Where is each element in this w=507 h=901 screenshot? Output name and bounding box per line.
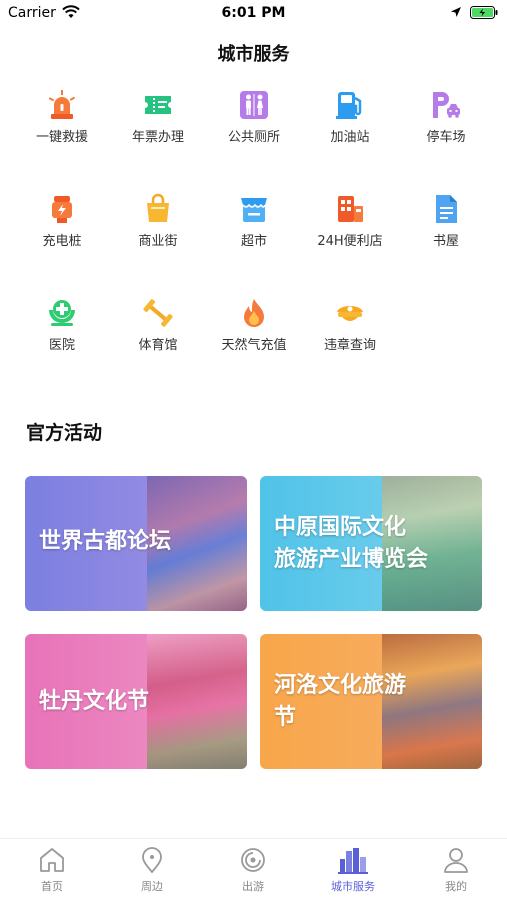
tab-nearby[interactable]: 周边 [112, 845, 192, 894]
service-label: 公共厕所 [227, 130, 280, 145]
ticket-icon [145, 96, 171, 114]
tab-bar: 首页 周边 出游 城市服务 我的 [0, 838, 507, 901]
flame-icon [244, 299, 264, 327]
service-hospital[interactable]: 医院 [14, 296, 110, 353]
tab-city-services[interactable]: 城市服务 [313, 845, 393, 894]
service-parking-lot[interactable]: 停车场 [398, 88, 494, 145]
service-label: 加油站 [330, 130, 370, 145]
clock: 6:01 PM [221, 5, 286, 21]
activity-card-ancient-capitals-forum[interactable]: 世界古都论坛 [25, 476, 247, 611]
service-charging-pile[interactable]: 充电桩 [14, 192, 110, 249]
person-icon [444, 848, 468, 873]
service-label: 超市 [240, 234, 267, 249]
service-label: 停车场 [426, 130, 466, 145]
service-label: 24H便利店 [317, 234, 383, 249]
restroom-icon [240, 91, 268, 119]
location-pin-icon [142, 847, 162, 874]
service-label: 一键救援 [35, 130, 88, 145]
status-bar: Carrier 6:01 PM [0, 0, 507, 28]
tab-label: 城市服务 [331, 880, 375, 893]
activity-card-heluo-culture-tourism-festival[interactable]: 河洛文化旅游 节 [260, 634, 482, 769]
charging-pile-icon [52, 196, 72, 223]
service-bookstore[interactable]: 书屋 [398, 192, 494, 249]
page-title: 城市服务 [217, 44, 290, 65]
service-label: 充电桩 [42, 234, 82, 249]
battery-icon [470, 6, 498, 19]
card-title: 牡丹文化节 [39, 689, 150, 714]
service-label: 天然气充值 [221, 338, 287, 353]
card-title: 中原国际文化 旅游产业博览会 [274, 515, 429, 572]
service-label: 商业街 [138, 234, 178, 249]
service-public-restroom[interactable]: 公共厕所 [206, 88, 302, 145]
tab-mine[interactable]: 我的 [416, 845, 496, 894]
activity-card-culture-tourism-expo[interactable]: 中原国际文化 旅游产业博览会 [260, 476, 482, 611]
service-label: 书屋 [432, 234, 459, 249]
parking-icon [433, 92, 460, 118]
official-activities-title: 官方活动 [26, 422, 103, 444]
shopping-bag-icon [147, 193, 169, 222]
hospital-icon [49, 300, 75, 326]
tab-label: 周边 [141, 880, 163, 893]
tab-label: 出游 [242, 880, 264, 893]
service-natural-gas-recharge[interactable]: 天然气充值 [206, 296, 302, 353]
supermarket-icon [241, 198, 267, 222]
service-24h-convenience-store[interactable]: 24H便利店 [302, 192, 398, 249]
city-buildings-icon [338, 848, 368, 874]
gas-station-icon [336, 92, 362, 119]
service-label: 体育馆 [138, 338, 178, 353]
service-shopping-street[interactable]: 商业街 [110, 192, 206, 249]
service-emergency-rescue[interactable]: 一键救援 [14, 88, 110, 145]
tab-home[interactable]: 首页 [12, 845, 92, 894]
service-label: 年票办理 [131, 130, 184, 145]
location-arrow-icon [451, 7, 461, 17]
card-title: 世界古都论坛 [39, 529, 172, 554]
service-gas-station[interactable]: 加油站 [302, 88, 398, 145]
service-gymnasium[interactable]: 体育馆 [110, 296, 206, 353]
activity-card-peony-festival[interactable]: 牡丹文化节 [25, 634, 247, 769]
dumbbell-icon [143, 299, 173, 327]
card-title: 河洛文化旅游 节 [274, 673, 407, 730]
convenience-store-icon [338, 196, 363, 222]
service-supermarket[interactable]: 超市 [206, 192, 302, 249]
service-label: 医院 [48, 338, 75, 353]
tab-label: 我的 [445, 880, 467, 893]
travel-icon [241, 848, 265, 872]
police-cap-icon [337, 306, 363, 321]
home-icon [40, 848, 64, 872]
tab-label: 首页 [41, 880, 63, 893]
service-traffic-violation-query[interactable]: 违章查询 [302, 296, 398, 353]
tab-travel[interactable]: 出游 [213, 845, 293, 894]
service-annual-pass[interactable]: 年票办理 [110, 88, 206, 145]
book-icon [436, 195, 457, 223]
siren-icon [48, 90, 76, 119]
service-label: 违章查询 [323, 338, 376, 353]
